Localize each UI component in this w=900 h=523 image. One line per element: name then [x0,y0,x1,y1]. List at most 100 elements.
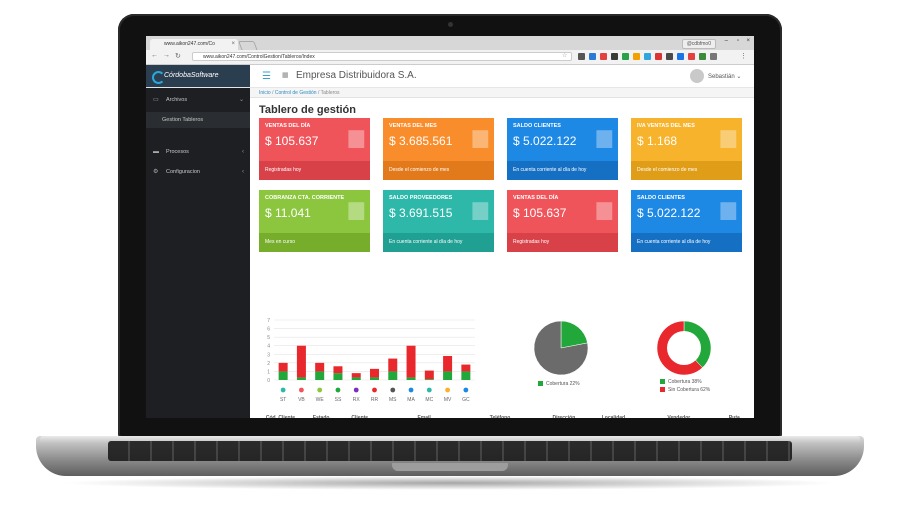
sidebar-item-label: Gestion Tableros [162,117,204,123]
reload-icon[interactable]: ↻ [175,52,181,60]
card-value: $ 105.637 [513,206,567,220]
card-title: Cobranza cta. corriente [265,195,345,201]
browser-addressbar: ← → ↻ www.aikon247.com/ControlGestion/Ta… [146,50,754,65]
extension-icon[interactable] [633,53,640,60]
card-footer: En cuenta corriente al día de hoy [507,161,618,180]
extension-icon[interactable] [688,53,695,60]
column-header[interactable]: Estado [305,411,337,418]
column-header[interactable]: Cód. Cliente [255,411,306,418]
y-tick-label: 0 [267,378,270,384]
column-header[interactable]: Email [383,411,466,418]
y-tick-label: 7 [267,318,270,324]
close-window-icon[interactable]: × [746,38,750,44]
bar[interactable] [333,373,343,380]
back-icon[interactable]: ← [151,52,158,59]
kpi-card[interactable]: IVA ventas del mes $ 1.168 ▆ Desde el comie… [631,118,742,180]
extension-icon[interactable] [589,53,596,60]
bar[interactable] [370,368,379,378]
column-header[interactable]: Teléfono [465,411,536,418]
breadcrumb-section[interactable]: Control de Gestión [275,90,317,96]
bar[interactable] [370,377,379,380]
column-header[interactable]: Cliente [336,411,384,418]
sidebar-item-configuracion[interactable]: ⚙ Configuracion ‹ [146,164,250,180]
extension-icon[interactable] [644,53,651,60]
y-tick-label: 4 [267,344,270,350]
profile-button[interactable]: @cdbfmo0 [681,39,716,49]
tab-close-icon[interactable]: × [231,39,235,50]
kpi-card[interactable]: Ventas del día $ 105.637 ▆ Registradas hoy [507,190,618,252]
kpi-card[interactable]: Saldo clientes $ 5.022.122 ▆ En cuenta corr… [631,190,742,252]
bar[interactable] [461,371,471,380]
chevron-left-icon: ‹ [242,169,244,175]
column-header[interactable]: Ruta [723,411,745,418]
bar[interactable] [461,364,471,372]
x-tick-label: SS [335,397,342,403]
bar[interactable] [351,373,361,378]
hamburger-menu-icon[interactable]: ☰ [262,71,271,82]
maximize-icon[interactable]: ▫ [737,38,739,44]
money-icon: ▆ [472,198,488,220]
bar[interactable] [296,377,306,380]
extension-icon[interactable] [677,53,684,60]
keyboard [108,441,792,461]
url-input[interactable]: www.aikon247.com/ControlGestion/Tableros… [192,52,572,61]
kpi-card[interactable]: Saldo proveedores $ 3.691.515 ▆ En cuenta c… [383,190,494,252]
kpi-card[interactable]: Cobranza cta. corriente $ 11.041 ▆ Mes en c… [259,190,370,252]
bar[interactable] [315,362,325,372]
user-menu[interactable]: Sebastián ⌄ [708,73,741,80]
bar[interactable] [388,358,398,372]
sidebar-item-procesos[interactable]: ▬ Procesos ‹ [146,144,250,160]
extension-icon[interactable] [578,53,585,60]
pie-legend: Cobertura 22% [538,381,580,387]
browser-menu-icon[interactable]: ⋮ [740,52,747,60]
bar[interactable] [443,371,453,380]
extension-icon[interactable] [666,53,673,60]
x-tick-label: MA [407,397,415,403]
bar[interactable] [424,379,434,380]
bar[interactable] [278,362,288,372]
brand-logo[interactable]: CórdobaSoftware [146,65,250,87]
bar[interactable] [315,371,325,380]
y-tick-label: 2 [267,361,270,367]
extension-icon[interactable] [622,53,629,60]
column-header[interactable]: Dirección [535,411,593,418]
card-footer: En cuenta corriente al día de hoy [631,233,742,252]
extension-icon[interactable] [655,53,662,60]
bar[interactable] [351,377,361,380]
kpi-card[interactable]: Ventas del día $ 105.637 ▆ Registradas hoy [259,118,370,180]
card-title: IVA ventas del mes [637,123,695,129]
apps-grid-icon[interactable]: ▦ [282,71,289,79]
bar[interactable] [406,377,416,380]
sidebar-item-gestion-tableros[interactable]: Gestion Tableros [146,112,250,128]
extension-icon[interactable] [600,53,607,60]
breadcrumb: Inicio / Control de Gestión / Tableros [250,88,754,98]
avatar[interactable] [690,69,704,83]
clients-table: Cód. Cliente Estado Cliente Email Teléfono Di… [255,411,745,418]
bar[interactable] [278,371,288,380]
breadcrumb-home[interactable]: Inicio [259,90,271,96]
minimize-icon[interactable]: – [725,38,728,44]
bar[interactable] [296,345,306,378]
laptop-shadow [60,476,840,490]
card-footer: Desde el comienzo de mes [631,161,742,180]
sidebar-item-archivos[interactable]: ▭ Archivos ⌄ [146,92,250,108]
bar[interactable] [424,370,434,380]
browser-tab[interactable]: www.aikon247.com/Co × [150,39,238,50]
donut-chart-coverage [656,320,712,376]
bar[interactable] [333,366,343,374]
category-dot [408,387,414,393]
bar[interactable] [388,371,398,380]
extension-icon[interactable] [710,53,717,60]
extension-icon[interactable] [699,53,706,60]
forward-icon[interactable]: → [163,52,170,59]
extension-icon[interactable] [611,53,618,60]
kpi-card[interactable]: Ventas del mes $ 3.685.561 ▆ Desde el comie… [383,118,494,180]
bar[interactable] [443,356,453,372]
bar-chart-icon: ▆ [596,198,612,220]
star-icon[interactable]: ☆ [562,52,567,59]
column-header[interactable]: Localidad [592,411,635,418]
bar[interactable] [406,345,416,378]
kpi-card[interactable]: Saldo clientes $ 5.022.122 ▆ En cuenta corr… [507,118,618,180]
column-header[interactable]: Vendedor [634,411,724,418]
card-title: Ventas del mes [389,123,437,129]
